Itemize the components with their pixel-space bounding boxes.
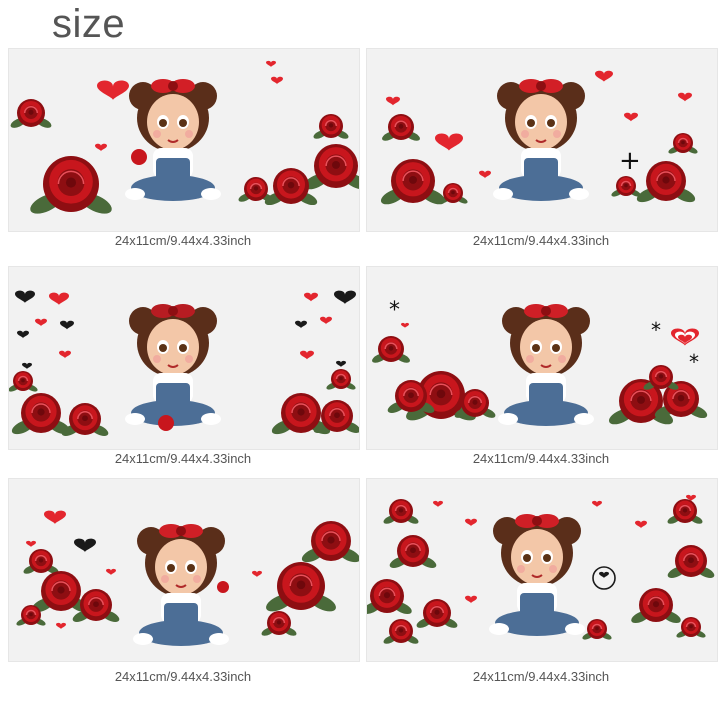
svg-text:+: + (619, 146, 641, 176)
rose-icon (667, 545, 715, 578)
rose-icon (238, 177, 274, 202)
heart-icon (74, 538, 96, 553)
girl-figure (125, 79, 221, 201)
rose-icon (9, 371, 38, 392)
rose-icon (611, 176, 641, 197)
rose-icon (383, 499, 419, 524)
heart-icon (465, 595, 477, 604)
size-caption: 24x11cm/9.44x4.33inch (472, 233, 610, 248)
heart-icon (386, 96, 400, 106)
svg-text:*: * (651, 318, 661, 342)
rose-icon (383, 619, 419, 644)
rose-icon (382, 114, 420, 141)
heart-icon (465, 518, 477, 527)
heart-icon (678, 92, 692, 102)
heart-icon (49, 292, 69, 305)
rose-icon (668, 133, 698, 154)
design-artwork: * * * (372, 298, 708, 426)
size-caption: 24x11cm/9.44x4.33inch (472, 451, 610, 466)
heart-icon (320, 316, 332, 325)
rose-icon (372, 336, 410, 363)
svg-text:*: * (389, 298, 400, 323)
design-artwork (16, 510, 359, 646)
design-artwork (9, 290, 359, 436)
girl-figure (133, 524, 229, 646)
heart-icon (271, 76, 283, 85)
rose-icon (326, 369, 356, 390)
rose-icon (667, 499, 703, 524)
rose-icon (367, 579, 412, 614)
heart-icon (35, 318, 47, 327)
rose-icon (389, 535, 437, 568)
girl-figure (498, 304, 594, 426)
rose-icon (313, 114, 349, 139)
rose-icon (30, 156, 112, 214)
heart-icon (435, 133, 463, 151)
heart-icon (635, 520, 647, 529)
size-caption: 24x11cm/9.44x4.33inch (472, 669, 610, 684)
rose-icon (301, 521, 359, 563)
size-caption: 24x11cm/9.44x4.33inch (114, 233, 252, 248)
svg-text:*: * (689, 350, 699, 374)
rose-icon (61, 403, 109, 436)
rose-icon (10, 99, 52, 128)
heart-icon (106, 568, 116, 575)
design-artwork (10, 60, 359, 214)
design-artwork: + (380, 70, 698, 205)
heart-icon (44, 510, 66, 525)
girl-figure (489, 514, 585, 636)
heart-icon (22, 362, 32, 369)
rose-icon (416, 599, 458, 628)
girl-figure (493, 79, 589, 201)
design-card: + (366, 48, 718, 232)
heart-icon (595, 70, 613, 82)
heart-icon (304, 292, 318, 302)
design-card (8, 48, 360, 232)
size-caption: 24x11cm/9.44x4.33inch (114, 451, 252, 466)
heart-icon (624, 112, 638, 122)
heart-icon (266, 60, 276, 67)
heart-icon (95, 143, 107, 152)
rose-icon (631, 588, 681, 623)
rose-icon (303, 144, 359, 190)
rose-icon (380, 159, 446, 205)
page-title: size (52, 2, 126, 46)
heart-icon (252, 570, 262, 577)
heart-icon (401, 322, 409, 328)
heart-icon (599, 571, 609, 578)
heart-icon (479, 170, 491, 179)
heart-icon (334, 290, 356, 305)
heart-icon (60, 320, 74, 330)
rose-icon (438, 183, 468, 204)
girl-figure (125, 304, 221, 426)
heart-icon (295, 320, 307, 329)
design-card: * * * (366, 266, 718, 450)
rose-icon (23, 549, 59, 574)
rose-icon (266, 562, 336, 612)
design-card (8, 478, 360, 662)
heart-icon (592, 500, 602, 507)
heart-icon (300, 350, 314, 360)
design-card (366, 478, 718, 662)
rose-icon (261, 611, 297, 636)
heart-icon (15, 290, 35, 303)
rose-icon (636, 161, 696, 203)
heart-icon (336, 360, 346, 367)
heart-icon (17, 330, 29, 339)
design-card (8, 266, 360, 450)
heart-icon (56, 622, 66, 629)
rose-icon (582, 619, 612, 640)
rose-icon (643, 365, 679, 390)
heart-icon (26, 540, 36, 547)
design-artwork (367, 494, 715, 644)
heart-icon (433, 500, 443, 507)
size-caption: 24x11cm/9.44x4.33inch (114, 669, 252, 684)
heart-icon (97, 80, 129, 101)
heart-icon (59, 350, 71, 359)
